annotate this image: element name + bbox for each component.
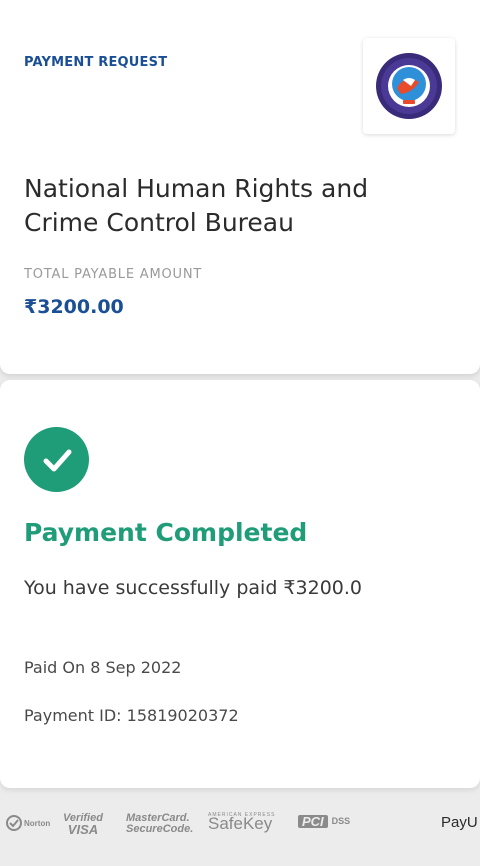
visa-line2: VISA xyxy=(67,822,99,837)
paid-on-date: Paid On 8 Sep 2022 xyxy=(24,658,182,677)
checkmark-icon xyxy=(43,449,71,471)
payu-logo: PayU xyxy=(441,814,478,831)
verified-by-visa-badge: Verified VISA xyxy=(63,813,103,837)
mastercard-securecode-badge: MasterCard. SecureCode. xyxy=(126,813,193,835)
pci-label: PCI xyxy=(298,815,328,828)
nhrccb-emblem-icon xyxy=(376,53,442,119)
norton-badge: Norton xyxy=(6,815,50,831)
total-amount-label: TOTAL PAYABLE AMOUNT xyxy=(24,267,203,282)
payment-request-label: PAYMENT REQUEST xyxy=(24,55,168,70)
total-amount-value: ₹3200.00 xyxy=(24,296,124,318)
payment-success-message: You have successfully paid ₹3200.0 xyxy=(24,577,362,599)
safekey-label: SafeKey xyxy=(208,814,273,833)
norton-label: Norton xyxy=(24,818,51,828)
payment-id: Payment ID: 15819020372 xyxy=(24,706,239,725)
payment-status-title: Payment Completed xyxy=(24,518,308,547)
dss-label: DSS xyxy=(331,816,351,826)
norton-check-icon xyxy=(6,815,22,831)
amex-safekey-badge: AMERICAN EXPRESS SafeKey xyxy=(208,812,275,832)
mc-line2: SecureCode. xyxy=(126,823,194,835)
merchant-logo xyxy=(363,38,455,134)
check-circle-icon xyxy=(24,427,89,492)
merchant-name: National Human Rights and Crime Control … xyxy=(24,174,369,237)
pci-dss-badge: PCI DSS xyxy=(298,815,350,828)
